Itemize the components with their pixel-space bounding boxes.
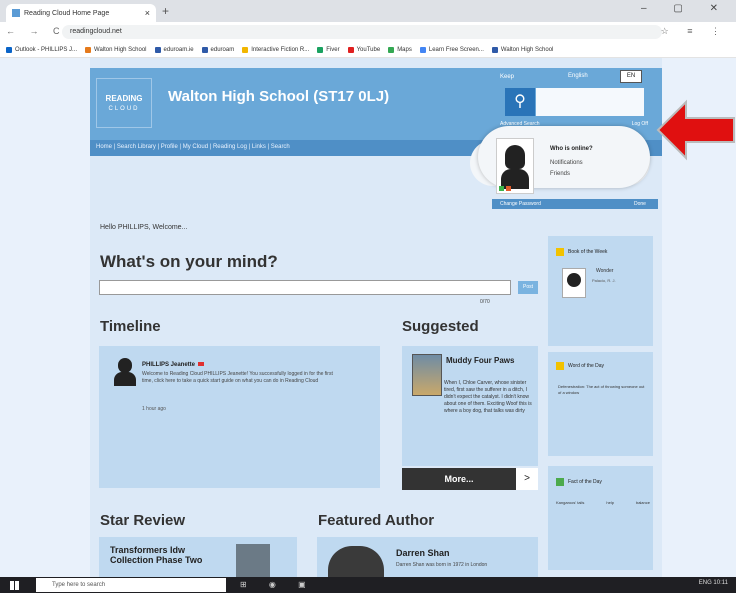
bookmark-icon xyxy=(317,46,324,53)
bookmark-item[interactable]: Interactive Fiction R... xyxy=(242,46,309,53)
featured-author-name[interactable]: Darren Shan xyxy=(396,548,450,558)
book-week-author: Palacio, R. J. xyxy=(592,278,616,283)
search-input[interactable] xyxy=(536,88,644,116)
reading-cloud-logo[interactable]: READING CLOUD xyxy=(96,78,152,128)
search-label: Keep xyxy=(500,74,515,80)
youtube-icon xyxy=(347,46,354,53)
avatar-body xyxy=(114,372,136,386)
red-arrow-icon xyxy=(656,99,735,161)
language-select[interactable]: EN xyxy=(620,70,642,83)
suggested-heading: Suggested xyxy=(402,318,479,335)
bookmark-item[interactable]: eduroam xyxy=(201,46,234,53)
browser-menu-icons[interactable]: ☆ ≡ ⋮ xyxy=(661,26,728,37)
fact-of-day-text: Kangaroos' tails help balance xyxy=(556,500,650,505)
bookmark-item[interactable]: Learn Free Screen... xyxy=(419,46,484,53)
post-button[interactable]: Post xyxy=(518,281,538,294)
avatar-head xyxy=(118,358,132,373)
welcome-text: Hello PHILLIPS, Welcome... xyxy=(100,224,188,231)
bookmark-icon xyxy=(6,46,12,53)
status-input[interactable] xyxy=(99,280,511,295)
word-of-day-heading: Word of the Day xyxy=(556,362,604,370)
taskbar-search-input[interactable]: Type here to search xyxy=(36,578,226,592)
bookmark-icon xyxy=(419,46,426,53)
who-online-heading: Who is online? xyxy=(550,146,593,152)
author-photo[interactable] xyxy=(328,546,384,578)
star-review-heading: Star Review xyxy=(100,512,186,529)
post-heading: What's on your mind? xyxy=(100,252,278,271)
system-tray[interactable]: ENG 10:11 xyxy=(699,580,728,586)
logo-sub-text: CLOUD xyxy=(108,106,140,112)
status-dot-green xyxy=(499,186,504,191)
avatar-head xyxy=(567,273,581,287)
suggested-book-blurb: When I, Chloe Carver, whose sinister tir… xyxy=(444,380,532,414)
flag-icon xyxy=(198,362,205,366)
timeline-user-name[interactable]: PHILLIPS Jeanette xyxy=(142,362,205,368)
favicon-icon xyxy=(12,9,20,17)
bookmark-item[interactable]: Walton High School xyxy=(491,46,553,53)
window-controls[interactable]: – ▢ ✕ xyxy=(641,3,730,14)
maps-icon xyxy=(388,46,395,53)
char-counter: 0/70 xyxy=(480,299,490,305)
featured-author-bio: Darren Shan was born in 1972 in London xyxy=(396,562,488,568)
bookmark-icon xyxy=(154,46,161,53)
browser-tab[interactable]: Reading Cloud Home Page × xyxy=(6,4,156,22)
bookmark-item[interactable]: YouTube xyxy=(347,46,380,53)
bookmark-icon xyxy=(242,46,249,53)
timeline-heading: Timeline xyxy=(100,318,161,335)
new-tab-button[interactable]: + xyxy=(162,4,169,18)
language-label: English xyxy=(568,73,588,79)
close-tab-icon[interactable]: × xyxy=(145,8,150,18)
avatar-head xyxy=(505,145,525,169)
book-of-week-heading: Book of the Week xyxy=(556,248,607,256)
more-button[interactable]: More... xyxy=(402,468,516,490)
timeline-timestamp: 1 hour ago xyxy=(142,406,166,412)
next-arrow-button[interactable]: > xyxy=(516,468,538,490)
windows-start-icon[interactable] xyxy=(10,581,19,590)
fact-icon xyxy=(556,478,564,486)
featured-author-heading: Featured Author xyxy=(318,512,435,529)
taskbar-app-icons[interactable]: ⊞ ◉ ▣ xyxy=(240,580,316,589)
change-password-link[interactable]: Change Password xyxy=(500,201,541,207)
notifications-link[interactable]: Notifications xyxy=(550,160,583,166)
star-review-title[interactable]: Transformers Idw Collection Phase Two xyxy=(110,545,230,565)
timeline-post-text: Welcome to Reading Cloud PHILLIPS Jeanet… xyxy=(142,371,333,384)
book-week-avatar[interactable] xyxy=(562,268,586,298)
bookmark-item[interactable]: Outlook - PHILLIPS J... xyxy=(6,46,77,53)
word-icon xyxy=(556,362,564,370)
bookmark-item[interactable]: Fiver xyxy=(317,46,340,53)
bookmark-item[interactable]: Walton High School xyxy=(85,46,147,53)
user-avatar[interactable] xyxy=(496,138,534,194)
log-off-link[interactable]: Log Off xyxy=(632,121,648,127)
book-week-title[interactable]: Wonder xyxy=(596,268,613,274)
word-of-day-text: Defenestration: The act of throwing some… xyxy=(558,384,645,395)
star-review-cover-image[interactable] xyxy=(236,544,270,578)
book-cover-image[interactable] xyxy=(412,354,442,396)
book-icon xyxy=(556,248,564,256)
bookmark-icon xyxy=(85,46,92,53)
timeline-avatar[interactable] xyxy=(114,358,136,388)
logo-main-text: READING xyxy=(105,94,143,103)
bookmark-icon xyxy=(201,46,208,53)
bookmark-item[interactable]: eduroam.ie xyxy=(154,46,194,53)
nav-links[interactable]: Home | Search Library | Profile | My Clo… xyxy=(96,144,290,150)
done-link[interactable]: Done xyxy=(634,201,646,207)
fact-of-day-heading: Fact of the Day xyxy=(556,478,602,486)
status-dot-orange xyxy=(506,186,511,191)
suggested-book-title[interactable]: Muddy Four Paws xyxy=(446,356,532,365)
friends-link[interactable]: Friends xyxy=(550,171,570,177)
school-title: Walton High School (ST17 0LJ) xyxy=(168,88,390,105)
search-icon[interactable]: ⚲ xyxy=(505,88,535,116)
bookmark-icon xyxy=(491,46,498,53)
tab-title: Reading Cloud Home Page xyxy=(24,9,110,17)
browser-nav-buttons[interactable]: ← → C xyxy=(6,26,66,36)
url-input[interactable]: readingcloud.net xyxy=(62,25,662,39)
bookmarks-bar: Outlook - PHILLIPS J... Walton High Scho… xyxy=(0,42,736,58)
bookmark-item[interactable]: Maps xyxy=(388,46,412,53)
